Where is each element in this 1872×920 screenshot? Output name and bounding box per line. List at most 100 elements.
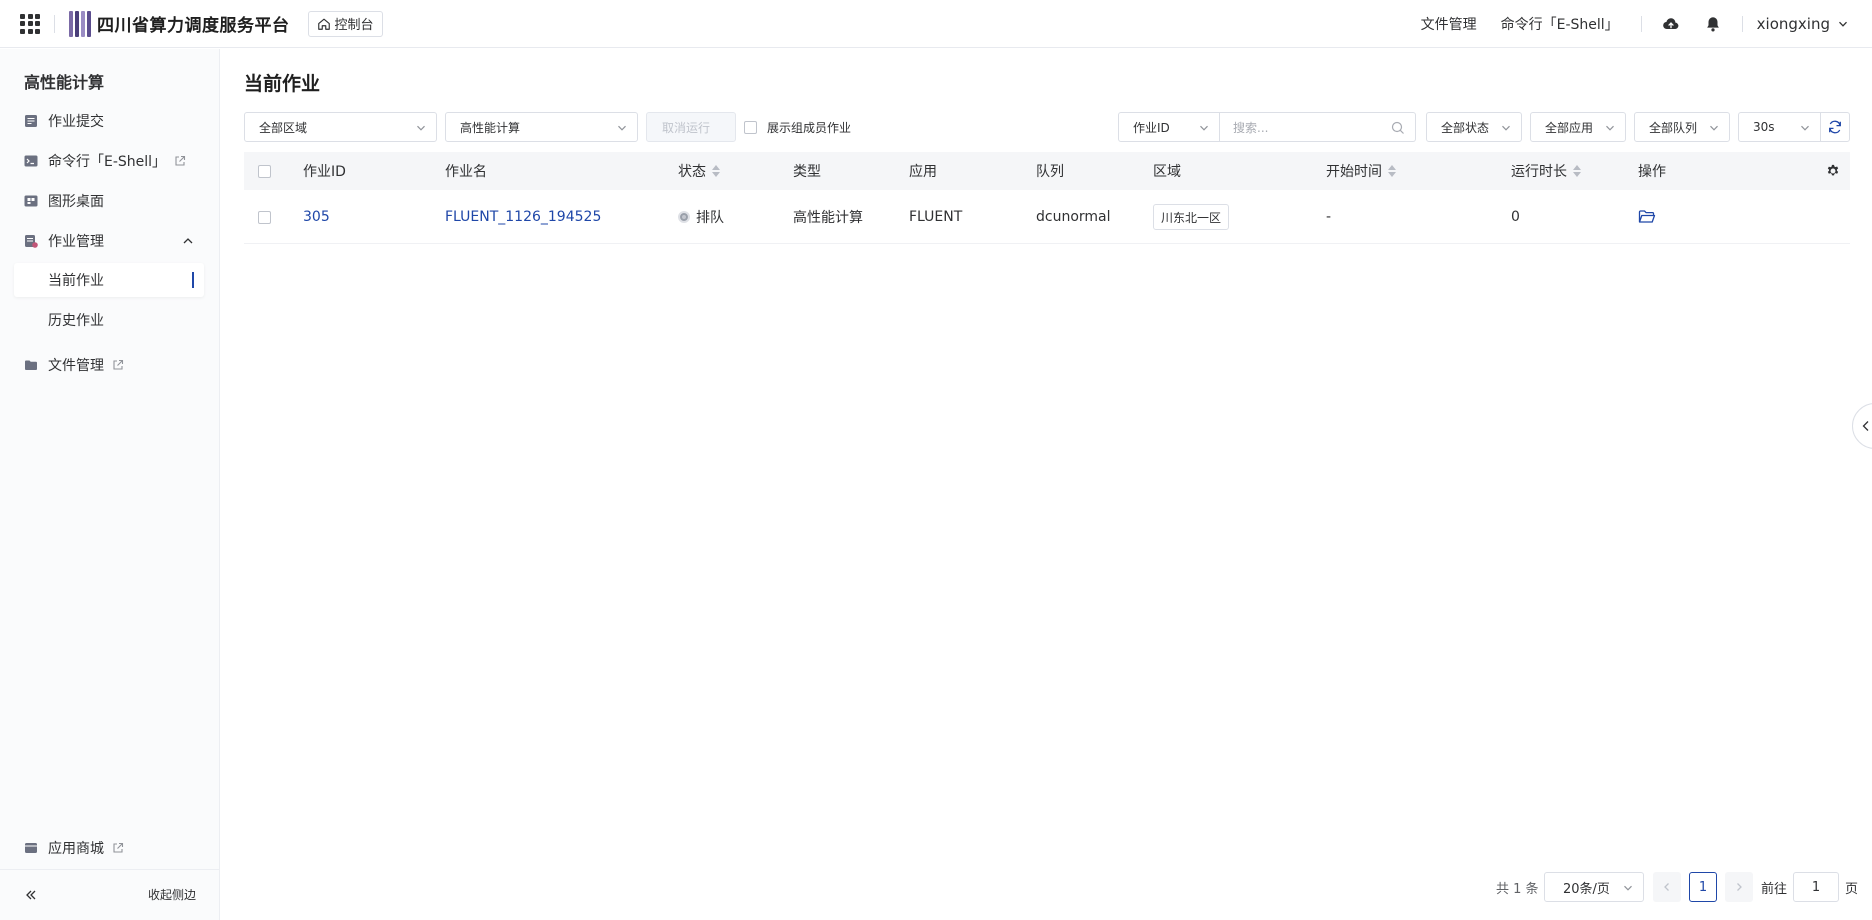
refresh-interval-select[interactable]: 30s: [1738, 112, 1821, 142]
double-chevron-left-icon: [26, 890, 36, 899]
chevron-up-icon: [183, 238, 193, 244]
page-size-select[interactable]: 20条/页: [1544, 872, 1644, 902]
chevron-down-icon: [1502, 125, 1510, 131]
cloud-upload-icon[interactable]: [1662, 15, 1680, 33]
column-header-start-time[interactable]: 开始时间: [1326, 152, 1396, 190]
sidebar-item-submit[interactable]: 作业提交: [14, 104, 204, 138]
job-app: FLUENT: [909, 209, 963, 225]
sidebar-item-app-store[interactable]: 应用商城: [14, 831, 204, 865]
category-select[interactable]: 高性能计算: [445, 112, 638, 142]
sidebar-item-history-jobs[interactable]: 历史作业: [14, 303, 204, 337]
console-label: 控制台: [334, 18, 374, 33]
chevron-right-icon: [1737, 883, 1742, 891]
sidebar-title: 高性能计算: [24, 73, 105, 92]
desktop-icon: [24, 195, 38, 207]
select-all-checkbox[interactable]: [258, 152, 271, 190]
external-link-icon: [113, 842, 124, 853]
sidebar-item-label: 图形桌面: [48, 194, 104, 210]
header-link-eshell[interactable]: 命令行「E-Shell」: [1501, 14, 1619, 34]
sidebar-item-label: 文件管理: [48, 358, 104, 374]
search-field-select[interactable]: 作业ID: [1118, 112, 1220, 142]
column-header-queue: 队列: [1036, 164, 1064, 180]
chevron-left-icon: [1664, 883, 1669, 891]
sort-icon[interactable]: [1573, 165, 1581, 177]
store-icon: [25, 843, 37, 853]
show-members-checkbox[interactable]: 展示组成员作业: [744, 119, 851, 136]
status-select[interactable]: 全部状态: [1426, 112, 1522, 142]
job-duration: 0: [1511, 209, 1520, 225]
external-link-icon: [175, 155, 186, 166]
sidebar-collapse[interactable]: 收起侧边: [0, 869, 220, 919]
sidebar-item-current-jobs[interactable]: 当前作业: [14, 263, 204, 297]
page-jump: 前往 1 页: [1761, 872, 1858, 902]
platform-title: 四川省算力调度服务平台: [97, 16, 290, 36]
gear-icon[interactable]: [1826, 164, 1840, 178]
refresh-icon: [1829, 120, 1841, 134]
job-name-link[interactable]: FLUENT_1126_194525: [445, 190, 601, 244]
app-grid-icon[interactable]: [18, 12, 42, 36]
header-divider: [1640, 16, 1642, 32]
column-header-actions: 操作: [1638, 164, 1666, 180]
page-number-current[interactable]: 1: [1689, 872, 1717, 902]
header-right: 文件管理 命令行「E-Shell」 xiongxing: [1421, 0, 1872, 48]
sidebar-item-label: 作业提交: [48, 114, 104, 130]
sidebar: 高性能计算 作业提交 命令行「E-Shell」 图形桌面 作业管理 当前作业 历…: [0, 49, 220, 920]
main-content: 当前作业 全部区域 高性能计算 取消运行 展示组成员作业 作业ID 搜索... …: [221, 49, 1872, 920]
prev-page-button[interactable]: [1653, 872, 1681, 902]
sidebar-item-job-management[interactable]: 作业管理: [14, 224, 204, 258]
search-field-value: 作业ID: [1133, 120, 1170, 135]
sidebar-item-label: 作业管理: [48, 234, 104, 250]
column-header-region: 区域: [1153, 164, 1181, 180]
header-divider: [1741, 16, 1743, 32]
platform-logo-icon: [69, 10, 91, 37]
console-button[interactable]: 控制台: [307, 10, 383, 37]
status-select-value: 全部状态: [1441, 120, 1490, 135]
sidebar-item-desktop[interactable]: 图形桌面: [14, 184, 204, 218]
column-header-duration-label: 运行时长: [1511, 164, 1567, 180]
app-select[interactable]: 全部应用: [1530, 112, 1626, 142]
checkbox-box[interactable]: [744, 121, 757, 134]
queue-select[interactable]: 全部队列: [1634, 112, 1730, 142]
column-header-start-time-label: 开始时间: [1326, 164, 1382, 180]
sidebar-item-label: 应用商城: [48, 841, 104, 857]
job-status-label: 排队: [696, 210, 724, 226]
search-input[interactable]: 搜索...: [1219, 112, 1416, 142]
chevron-down-icon: [1200, 125, 1208, 131]
username: xiongxing: [1756, 15, 1830, 33]
search-icon[interactable]: [1391, 121, 1405, 135]
next-page-button[interactable]: [1725, 872, 1753, 902]
refresh-interval-value: 30s: [1753, 120, 1775, 134]
sort-icon[interactable]: [712, 165, 720, 177]
chevron-down-icon: [417, 125, 425, 131]
region-tag: 川东北一区: [1153, 204, 1230, 230]
column-header-type: 类型: [793, 164, 821, 180]
search-placeholder: 搜索...: [1233, 120, 1269, 135]
sidebar-item-file-management[interactable]: 文件管理: [14, 348, 204, 382]
job-id-link[interactable]: 305: [303, 190, 330, 244]
user-menu[interactable]: xiongxing: [1757, 15, 1848, 33]
job-start-time: -: [1326, 209, 1332, 225]
column-header-app: 应用: [909, 164, 937, 180]
column-header-status[interactable]: 状态: [678, 152, 720, 190]
column-header-id: 作业ID: [303, 164, 346, 180]
chevron-down-icon: [1839, 21, 1847, 27]
cancel-run-button[interactable]: 取消运行: [646, 112, 736, 142]
column-header-duration[interactable]: 运行时长: [1511, 152, 1581, 190]
sidebar-item-eshell[interactable]: 命令行「E-Shell」: [14, 144, 204, 178]
page-jump-input[interactable]: 1: [1793, 872, 1840, 902]
header-divider: [54, 14, 55, 33]
folder-open-icon[interactable]: [1638, 209, 1656, 225]
sort-icon[interactable]: [1388, 165, 1396, 177]
table-row[interactable]: 305 FLUENT_1126_194525 排队 高性能计算 FLUENT d…: [244, 190, 1850, 244]
region-select-value: 全部区域: [259, 120, 308, 135]
header-link-file-manager[interactable]: 文件管理: [1421, 14, 1477, 34]
page-size-value: 20条/页: [1563, 881, 1610, 897]
row-checkbox[interactable]: [258, 190, 271, 244]
queue-select-value: 全部队列: [1649, 120, 1698, 135]
form-icon: [25, 115, 37, 127]
region-select[interactable]: 全部区域: [244, 112, 437, 142]
top-header: 四川省算力调度服务平台 控制台 文件管理 命令行「E-Shell」 xiongx…: [0, 0, 1872, 48]
job-status: 排队: [678, 190, 724, 244]
bell-icon[interactable]: [1704, 15, 1722, 33]
refresh-button[interactable]: [1820, 112, 1850, 142]
